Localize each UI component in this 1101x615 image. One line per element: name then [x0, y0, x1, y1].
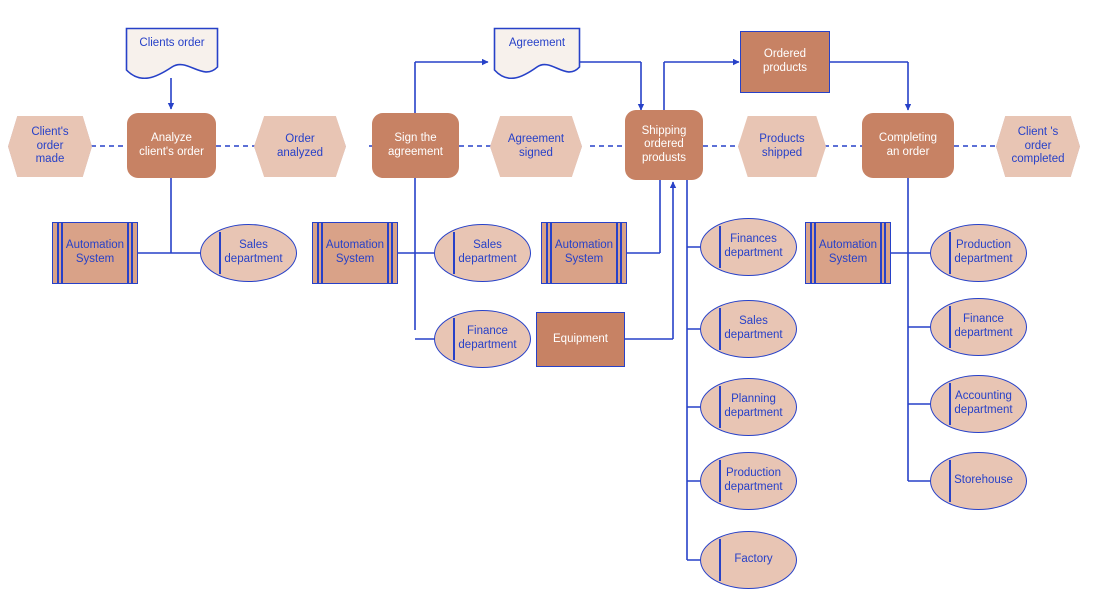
- node-accounting-department[interactable]: Accounting department: [930, 375, 1027, 433]
- node-label: Ordered products: [762, 48, 808, 74]
- node-finances-department[interactable]: Finances department: [700, 218, 797, 276]
- node-sales-department-3[interactable]: Sales department: [700, 300, 797, 358]
- node-label: Automation System: [65, 239, 125, 265]
- flowchart-canvas: Client's order made Order analyzed Agree…: [0, 0, 1101, 615]
- node-finance-department-2[interactable]: Finance department: [930, 298, 1027, 356]
- node-production-department-1[interactable]: Production department: [700, 452, 797, 510]
- node-factory[interactable]: Factory: [700, 531, 797, 589]
- node-planning-department[interactable]: Planning department: [700, 378, 797, 436]
- node-equipment[interactable]: Equipment: [536, 312, 625, 367]
- node-clients-order-document[interactable]: Clients order: [125, 27, 219, 80]
- node-sales-department-1[interactable]: Sales department: [200, 224, 297, 282]
- node-order-analyzed[interactable]: Order analyzed: [254, 116, 346, 177]
- node-label: Sales department: [224, 239, 283, 265]
- node-label: Equipment: [553, 332, 608, 345]
- node-label: Analyze client's order: [139, 131, 204, 158]
- node-label: Storehouse: [954, 474, 1013, 487]
- node-label: Products shipped: [759, 132, 805, 159]
- node-label: Sign the agreement: [388, 131, 443, 158]
- node-label: Order analyzed: [276, 132, 324, 159]
- node-ordered-products[interactable]: Ordered products: [740, 31, 830, 93]
- node-label: Accounting department: [954, 390, 1013, 416]
- node-client-order-made[interactable]: Client's order made: [8, 116, 92, 177]
- node-automation-system-1[interactable]: Automation System: [52, 222, 138, 284]
- node-label: Clients order: [139, 37, 205, 49]
- node-label: Client's order made: [31, 126, 69, 166]
- node-label: Agreement: [508, 37, 566, 49]
- node-label: Automation System: [818, 239, 878, 265]
- ellipse-divider: [719, 539, 721, 581]
- node-automation-system-4[interactable]: Automation System: [805, 222, 891, 284]
- node-label: Agreement signed: [507, 132, 565, 159]
- node-label: Production department: [954, 239, 1013, 265]
- node-storehouse[interactable]: Storehouse: [930, 452, 1027, 510]
- node-label: Completing an order: [878, 131, 938, 158]
- node-analyze-client-order[interactable]: Analyze client's order: [127, 113, 216, 178]
- node-label: Planning department: [724, 393, 783, 419]
- node-label: Finance department: [458, 325, 517, 351]
- document-shape: [493, 27, 581, 80]
- node-sign-the-agreement[interactable]: Sign the agreement: [372, 113, 459, 178]
- node-label: Sales department: [458, 239, 517, 265]
- node-sales-department-2[interactable]: Sales department: [434, 224, 531, 282]
- node-label: Automation System: [325, 239, 385, 265]
- node-shipping-ordered-products[interactable]: Shipping ordered produsts: [625, 110, 703, 180]
- node-label: Production department: [724, 467, 783, 493]
- node-agreement-document[interactable]: Agreement: [493, 27, 581, 80]
- node-production-department-2[interactable]: Production department: [930, 224, 1027, 282]
- document-shape: [125, 27, 219, 80]
- node-label: Shipping ordered produsts: [641, 124, 687, 164]
- node-label: Client 's order completed: [1011, 126, 1065, 166]
- node-agreement-signed[interactable]: Agreement signed: [490, 116, 582, 177]
- node-client-order-completed[interactable]: Client 's order completed: [996, 116, 1080, 177]
- node-label: Factory: [734, 553, 773, 566]
- node-completing-an-order[interactable]: Completing an order: [862, 113, 954, 178]
- node-label: Automation System: [554, 239, 614, 265]
- node-automation-system-3[interactable]: Automation System: [541, 222, 627, 284]
- node-label: Finances department: [724, 233, 783, 259]
- node-finance-department-1[interactable]: Finance department: [434, 310, 531, 368]
- node-label: Sales department: [724, 315, 783, 341]
- node-products-shipped[interactable]: Products shipped: [738, 116, 826, 177]
- connector-layer: [91, 58, 1025, 561]
- node-automation-system-2[interactable]: Automation System: [312, 222, 398, 284]
- node-label: Finance department: [954, 313, 1013, 339]
